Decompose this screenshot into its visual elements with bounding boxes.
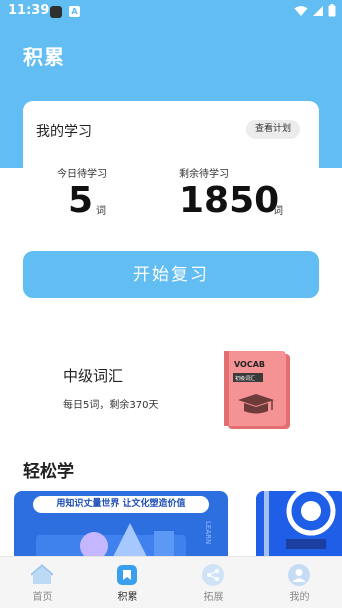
profile-icon: [288, 564, 310, 586]
banner-illustration: [36, 523, 186, 563]
status-icons: [294, 4, 336, 17]
my-study-card: 我的学习 查看计划 今日待学习 5 词 剩余待学习 1850 词: [23, 101, 319, 227]
tab-label: 拓展: [203, 592, 224, 603]
tab-label: 首页: [32, 592, 53, 603]
wordbook-title[interactable]: 中级词汇: [63, 365, 123, 386]
tab-me[interactable]: 我的: [257, 557, 342, 608]
remaining-label: 剩余待学习: [179, 169, 229, 180]
view-plan-button[interactable]: 查看计划: [246, 120, 300, 139]
banner-second[interactable]: [256, 491, 342, 563]
tab-label: 积累: [117, 592, 138, 603]
home-icon: [31, 564, 53, 584]
share-icon: [202, 564, 224, 586]
tab-expand[interactable]: 拓展: [171, 557, 256, 608]
bookmark-icon: [117, 565, 137, 585]
tab-label: 我的: [289, 592, 310, 603]
status-bar: 11:39 A: [0, 0, 342, 24]
section-title-easy-learn: 轻松学: [23, 462, 74, 482]
book-cover[interactable]: VOCAB 初级词汇: [222, 350, 292, 430]
bottom-tab-bar: 首页 积累 拓展 我的: [0, 556, 342, 608]
remaining-value: 1850: [179, 180, 280, 221]
wordbook-subtitle: 每日5词，剩余370天: [63, 400, 159, 411]
book-cover-title: VOCAB: [234, 360, 265, 369]
screen: 11:39 A 积累 我的学习 查看计划 今日待学习 5 词 剩余待学习 185…: [0, 0, 342, 608]
banner-side-text: LEARN: [204, 521, 212, 545]
banner-graphic: [256, 491, 342, 563]
banner-culture[interactable]: 用知识丈量世界 让文化塑造价值 LEARN: [14, 491, 228, 563]
tab-accumulate[interactable]: 积累: [85, 557, 170, 608]
card-title: 我的学习: [36, 124, 92, 140]
tab-home[interactable]: 首页: [0, 557, 85, 608]
today-label: 今日待学习: [57, 169, 107, 180]
remaining-unit: 词: [273, 206, 283, 217]
today-unit: 词: [96, 206, 106, 217]
battery-icon: [328, 4, 336, 17]
status-time: 11:39: [8, 3, 50, 18]
book-cover-badge: 初级词汇: [235, 375, 255, 382]
start-review-button[interactable]: 开始复习: [23, 251, 319, 298]
today-value: 5: [68, 180, 94, 221]
app-notification-icon: [50, 6, 62, 18]
page-title: 积累: [23, 45, 65, 69]
app-badge-icon: A: [69, 6, 80, 17]
wifi-icon: [294, 5, 308, 16]
signal-icon: [313, 5, 323, 16]
